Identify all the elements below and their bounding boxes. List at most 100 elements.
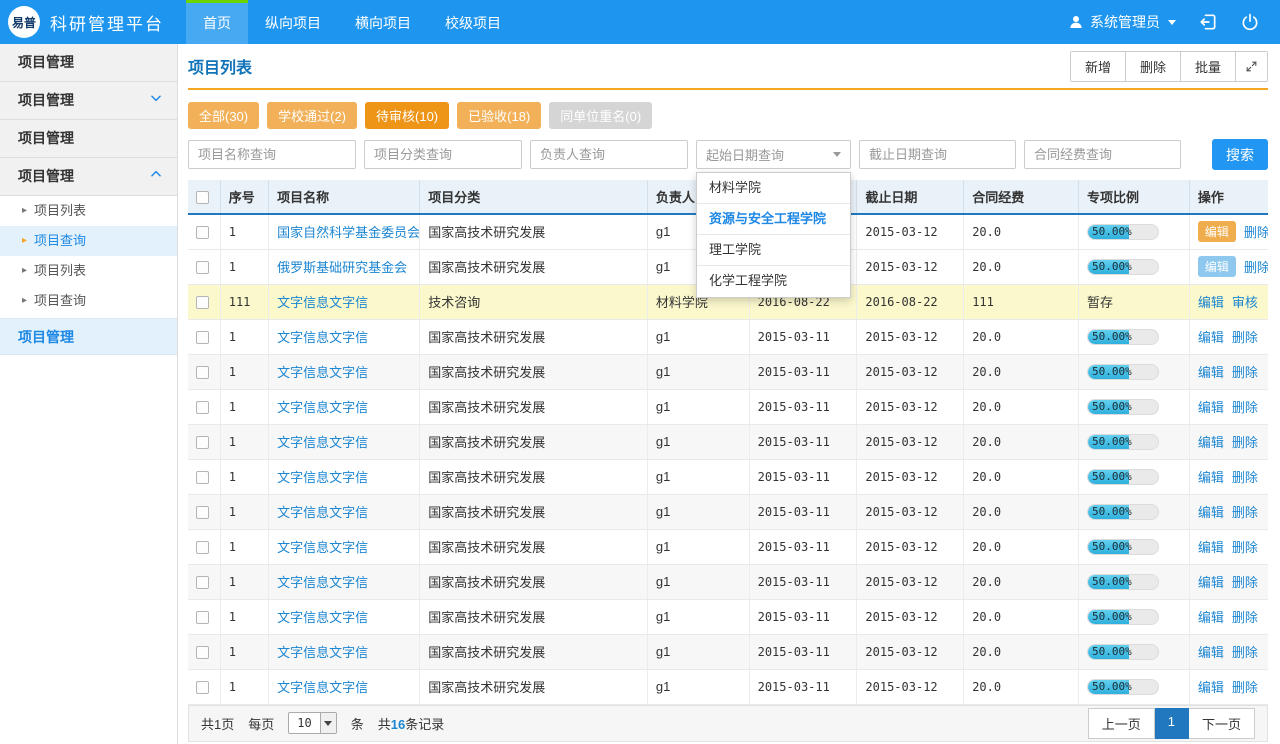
dropdown-option[interactable]: 材料学院 (697, 173, 850, 204)
sidebar-subitem[interactable]: ▸项目列表 (0, 196, 177, 226)
edit-link[interactable]: 编辑 (1198, 292, 1224, 311)
project-name-link[interactable]: 文字信息文字信 (277, 435, 368, 450)
nav-tab[interactable]: 校级项目 (428, 0, 518, 44)
edit-link[interactable]: 编辑 (1198, 537, 1224, 556)
project-name-link[interactable]: 文字信息文字信 (277, 575, 368, 590)
row-checkbox[interactable] (196, 296, 209, 309)
edit-link[interactable]: 编辑 (1198, 572, 1224, 591)
dropdown-option[interactable]: 化学工程学院 (697, 266, 850, 297)
project-name-link[interactable]: 国家自然科学基金委员会 (277, 225, 420, 240)
select-all-checkbox[interactable] (196, 191, 209, 204)
edit-button[interactable]: 编辑 (1198, 221, 1236, 242)
edit-link[interactable]: 编辑 (1198, 467, 1224, 486)
project-name-link[interactable]: 文字信息文字信 (277, 470, 368, 485)
exit-icon[interactable] (1198, 12, 1218, 32)
project-name-link[interactable]: 文字信息文字信 (277, 680, 368, 695)
filter-tab[interactable]: 学校通过(2) (267, 102, 357, 129)
delete-link[interactable]: 删除 (1232, 607, 1258, 626)
delete-link[interactable]: 删除 (1244, 222, 1268, 241)
delete-link[interactable]: 删除 (1232, 362, 1258, 381)
row-checkbox[interactable] (196, 541, 209, 554)
search-input[interactable] (530, 140, 688, 169)
sidebar-subitem[interactable]: ▸项目查询 (0, 226, 177, 256)
delete-link[interactable]: 删除 (1244, 257, 1268, 276)
audit-link[interactable]: 审核 (1232, 292, 1258, 311)
project-name-link[interactable]: 文字信息文字信 (277, 610, 368, 625)
row-checkbox[interactable] (196, 471, 209, 484)
next-page-button[interactable]: 下一页 (1189, 708, 1255, 739)
row-checkbox[interactable] (196, 366, 209, 379)
delete-link[interactable]: 删除 (1232, 642, 1258, 661)
project-name-link[interactable]: 文字信息文字信 (277, 540, 368, 555)
project-name-link[interactable]: 文字信息文字信 (277, 295, 368, 310)
project-name-link[interactable]: 文字信息文字信 (277, 365, 368, 380)
cell-actions: 编辑删除 (1189, 599, 1268, 634)
current-page-button[interactable]: 1 (1155, 708, 1189, 739)
nav-tab[interactable]: 横向项目 (338, 0, 428, 44)
row-checkbox[interactable] (196, 681, 209, 694)
progress-label: 50.00% (1088, 540, 1132, 553)
toolbar-button[interactable]: 批量 (1181, 52, 1236, 81)
dropdown-option[interactable]: 资源与安全工程学院 (697, 204, 850, 235)
delete-link[interactable]: 删除 (1232, 502, 1258, 521)
row-checkbox[interactable] (196, 576, 209, 589)
search-input[interactable] (188, 140, 356, 169)
sidebar-subitem[interactable]: ▸项目列表 (0, 256, 177, 286)
edit-link[interactable]: 编辑 (1198, 362, 1224, 381)
row-checkbox[interactable] (196, 611, 209, 624)
search-input[interactable] (859, 140, 1016, 169)
dropdown-option[interactable]: 理工学院 (697, 235, 850, 266)
search-button[interactable]: 搜索 (1212, 139, 1268, 170)
toolbar-button[interactable]: 删除 (1126, 52, 1181, 81)
row-checkbox[interactable] (196, 646, 209, 659)
edit-link[interactable]: 编辑 (1198, 327, 1224, 346)
row-checkbox[interactable] (196, 261, 209, 274)
search-input[interactable] (1024, 140, 1181, 169)
delete-link[interactable]: 删除 (1232, 397, 1258, 416)
delete-link[interactable]: 删除 (1232, 327, 1258, 346)
delete-link[interactable]: 删除 (1232, 572, 1258, 591)
edit-button[interactable]: 编辑 (1198, 256, 1236, 277)
project-name-link[interactable]: 俄罗斯基础研究基金会 (277, 260, 407, 275)
sidebar-item[interactable]: 项目管理 (0, 158, 177, 196)
row-checkbox[interactable] (196, 401, 209, 414)
search-input[interactable] (364, 140, 522, 169)
project-name-link[interactable]: 文字信息文字信 (277, 505, 368, 520)
user-menu[interactable]: 系统管理员 (1068, 12, 1176, 32)
date-select[interactable]: 起始日期查询 (696, 140, 851, 169)
delete-link[interactable]: 删除 (1232, 537, 1258, 556)
edit-link[interactable]: 编辑 (1198, 432, 1224, 451)
sidebar-item[interactable]: 项目管理 (0, 120, 177, 158)
power-icon[interactable] (1240, 12, 1260, 32)
filter-tab[interactable]: 已验收(18) (457, 102, 541, 129)
delete-link[interactable]: 删除 (1232, 467, 1258, 486)
project-name-link[interactable]: 文字信息文字信 (277, 645, 368, 660)
expand-icon[interactable] (1236, 52, 1267, 81)
page-size-caret-icon[interactable] (320, 713, 336, 733)
filter-tab[interactable]: 待审核(10) (365, 102, 449, 129)
toolbar-button[interactable]: 新增 (1071, 52, 1126, 81)
filter-tab[interactable]: 全部(30) (188, 102, 259, 129)
delete-link[interactable]: 删除 (1232, 677, 1258, 696)
project-name-link[interactable]: 文字信息文字信 (277, 330, 368, 345)
prev-page-button[interactable]: 上一页 (1088, 708, 1155, 739)
sidebar-item[interactable]: 项目管理 (0, 82, 177, 120)
cell-ratio: 暂存 (1079, 284, 1190, 319)
sidebar-item-highlighted[interactable]: 项目管理 (0, 318, 177, 355)
edit-link[interactable]: 编辑 (1198, 397, 1224, 416)
row-checkbox[interactable] (196, 436, 209, 449)
project-name-link[interactable]: 文字信息文字信 (277, 400, 368, 415)
edit-link[interactable]: 编辑 (1198, 502, 1224, 521)
row-checkbox[interactable] (196, 226, 209, 239)
sidebar-item[interactable]: 项目管理 (0, 44, 177, 82)
edit-link[interactable]: 编辑 (1198, 607, 1224, 626)
row-checkbox[interactable] (196, 331, 209, 344)
edit-link[interactable]: 编辑 (1198, 677, 1224, 696)
delete-link[interactable]: 删除 (1232, 432, 1258, 451)
sidebar-subitem[interactable]: ▸项目查询 (0, 286, 177, 316)
edit-link[interactable]: 编辑 (1198, 642, 1224, 661)
nav-tab[interactable]: 首页 (186, 0, 248, 44)
row-checkbox[interactable] (196, 506, 209, 519)
nav-tab[interactable]: 纵向项目 (248, 0, 338, 44)
page-size-select[interactable]: 10 (288, 712, 336, 734)
